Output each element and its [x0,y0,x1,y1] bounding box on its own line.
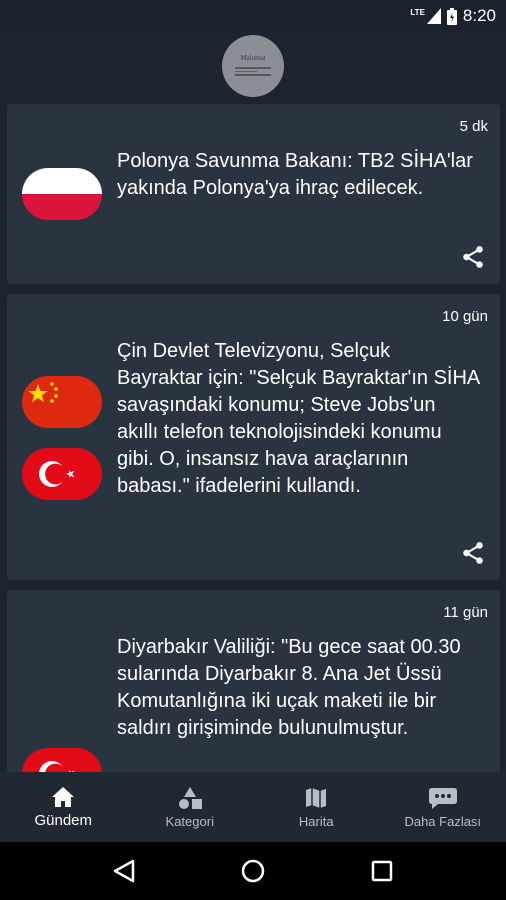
news-card[interactable]: 5 dk Polonya Savunma Bakanı: TB2 SİHA'la… [7,104,500,284]
card-text: Diyarbakır Valiliği: "Bu gece saat 00.30… [117,636,461,739]
shapes-icon [178,786,202,809]
battery-icon [446,7,457,25]
news-card[interactable]: 10 gün Çin Devlet Televizyonu, Selçuk Ba… [7,294,500,580]
home-icon [52,786,75,807]
nav-label: Gündem [34,811,93,829]
share-icon[interactable] [460,540,486,566]
home-circle-icon[interactable] [241,859,265,883]
china-flag-icon [22,376,102,428]
more-chat-icon [428,787,457,809]
nav-gundem[interactable]: Gündem [0,772,127,842]
card-time: 11 gün [443,604,488,621]
news-feed[interactable]: 5 dk Polonya Savunma Bakanı: TB2 SİHA'la… [0,104,506,772]
status-bar: LTE 8:20 [0,0,506,32]
clock: 8:20 [462,6,496,25]
signal-icon [426,8,441,24]
bottom-navigation: Gündem Kategori Harita Daha Fazlası [0,772,506,842]
network-type: LTE [410,7,425,17]
share-icon[interactable] [460,244,486,270]
poland-flag-icon [22,168,102,220]
back-icon[interactable] [113,859,135,883]
nav-label: Daha Fazlası [404,813,482,829]
system-navigation-bar [0,842,506,900]
nav-kategori[interactable]: Kategori [127,772,254,842]
logo-lines-icon [235,65,271,78]
recents-icon[interactable] [371,860,393,882]
nav-harita[interactable]: Harita [253,772,380,842]
turkey-flag-icon [22,448,102,500]
card-time: 10 gün [442,308,488,325]
card-text: Çin Devlet Televizyonu, Selçuk Bayraktar… [117,340,480,497]
nav-label: Kategori [165,813,214,829]
nav-daha-fazlasi[interactable]: Daha Fazlası [380,772,506,842]
card-text: Polonya Savunma Bakanı: TB2 SİHA'lar yak… [117,150,473,199]
turkey-flag-icon [22,748,102,772]
nav-label: Harita [298,813,334,829]
map-icon [306,787,327,808]
news-card[interactable]: 11 gün Diyarbakır Valiliği: "Bu gece saa… [7,590,500,772]
app-logo[interactable]: Malumat [222,35,284,97]
app-header: Malumat [0,32,506,100]
logo-text: Malumat [240,54,266,63]
card-time: 5 dk [459,118,488,135]
